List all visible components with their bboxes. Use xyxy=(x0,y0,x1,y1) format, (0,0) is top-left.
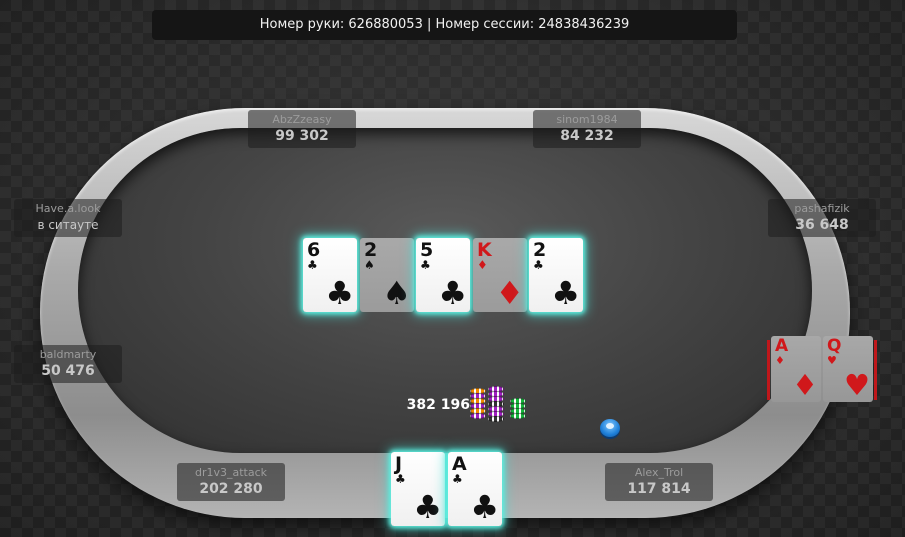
player-name: baldmarty xyxy=(39,348,97,361)
diamond-icon: ♦ xyxy=(477,258,488,272)
seat-abzzzeasy[interactable]: AbzZzeasy 99 302 xyxy=(248,110,356,148)
seat-alex-trol[interactable]: Alex_Trol 117 814 xyxy=(605,463,713,501)
hero-card-1: J ♣ ♣ xyxy=(391,452,445,526)
diamond-icon: ♦ xyxy=(775,354,785,367)
player-name: dr1v3_attack xyxy=(194,466,268,479)
player-name: AbzZzeasy xyxy=(272,113,332,126)
club-icon: ♣ xyxy=(533,258,544,272)
villain-card-1: A ♦ ♦ xyxy=(771,336,821,402)
player-stack: 202 280 xyxy=(199,481,263,497)
villain-card-edge xyxy=(874,340,877,400)
player-stack: 99 302 xyxy=(275,128,329,144)
board-card-4: K ♦ ♦ xyxy=(473,238,527,312)
board-card-5: 2 ♣ ♣ xyxy=(529,238,583,312)
heart-icon: ♥ xyxy=(844,368,870,402)
board-card-1: 6 ♣ ♣ xyxy=(303,238,357,312)
seat-pashafizik[interactable]: pashafizik 36 648 xyxy=(768,199,876,237)
board-card-2: 2 ♠ ♠ xyxy=(360,238,414,312)
villain-card-2: Q ♥ ♥ xyxy=(823,336,873,402)
seat-have-a-look[interactable]: Have.a.look в ситауте xyxy=(14,199,122,237)
club-icon: ♣ xyxy=(325,274,354,312)
hero-card-2: A ♣ ♣ xyxy=(448,452,502,526)
heart-icon: ♥ xyxy=(827,354,837,367)
seat-baldmarty[interactable]: baldmarty 50 476 xyxy=(14,345,122,383)
diamond-icon: ♦ xyxy=(792,368,818,402)
player-name: Have.a.look xyxy=(35,202,101,215)
club-icon: ♣ xyxy=(438,274,467,312)
club-icon: ♣ xyxy=(413,488,442,526)
player-name: Alex_Trol xyxy=(634,466,684,479)
pot-amount: 382 196 xyxy=(406,397,470,413)
player-name: pashafizik xyxy=(794,202,850,215)
spade-icon: ♠ xyxy=(382,274,411,312)
board-card-3: 5 ♣ ♣ xyxy=(416,238,470,312)
dealer-button-icon xyxy=(600,419,620,437)
player-stack: 84 232 xyxy=(560,128,614,144)
club-icon: ♣ xyxy=(551,274,580,312)
player-name: sinom1984 xyxy=(556,113,618,126)
club-icon: ♣ xyxy=(420,258,431,272)
seat-dr1v3-attack[interactable]: dr1v3_attack 202 280 xyxy=(177,463,285,501)
spade-icon: ♠ xyxy=(364,258,375,272)
villain-card-edge xyxy=(767,340,770,400)
player-stack: 36 648 xyxy=(795,217,849,233)
club-icon: ♣ xyxy=(470,488,499,526)
club-icon: ♣ xyxy=(307,258,318,272)
club-icon: ♣ xyxy=(395,472,406,486)
player-stack: 117 814 xyxy=(627,481,691,497)
diamond-icon: ♦ xyxy=(495,274,524,312)
seat-sinom1984[interactable]: sinom1984 84 232 xyxy=(533,110,641,148)
club-icon: ♣ xyxy=(452,472,463,486)
player-stack: 50 476 xyxy=(41,363,95,379)
player-status: в ситауте xyxy=(37,218,99,232)
hand-info-header: Номер руки: 626880053 | Номер сессии: 24… xyxy=(152,10,737,40)
chip-stack-icon xyxy=(468,384,532,426)
